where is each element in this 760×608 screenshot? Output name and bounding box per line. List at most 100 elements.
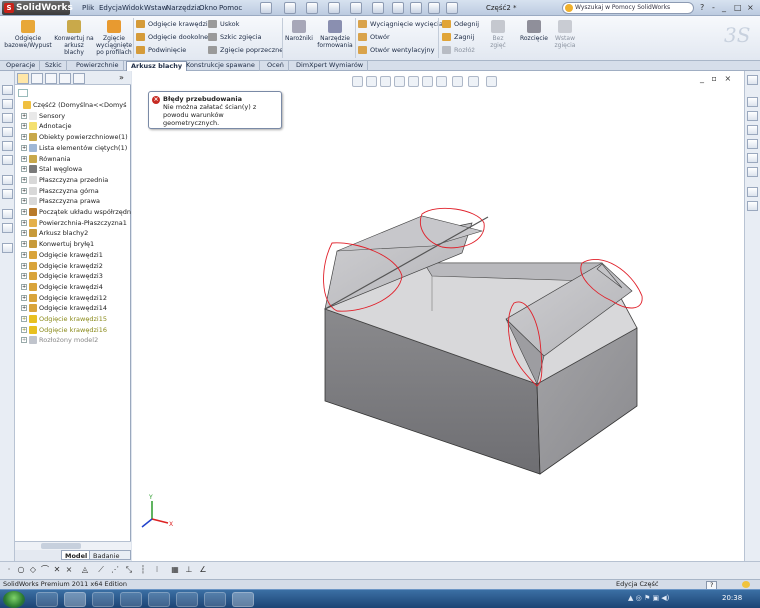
dimxpert-tab-icon[interactable] xyxy=(59,73,71,84)
expand-icon[interactable]: + xyxy=(21,112,27,119)
help-dropdown-button[interactable]: - xyxy=(712,3,715,12)
flatten-button[interactable]: Rozłóż xyxy=(442,45,475,55)
extruded-cut-button[interactable]: Wyciągnięcie wycięcia xyxy=(358,19,443,29)
explorer-task-icon[interactable] xyxy=(36,592,58,607)
tree-item[interactable]: + Płaszczyzna przednia xyxy=(21,175,108,185)
miter-flange-button[interactable]: Odgięcie dookolne xyxy=(136,32,208,42)
file-properties-icon[interactable] xyxy=(410,2,422,14)
system-tray-icons[interactable]: ▲ ◎ ⚑ ▣ ◀) xyxy=(628,594,669,602)
model-view[interactable]: Y X xyxy=(132,71,744,561)
tree-item[interactable]: + Arkusz blachy2 xyxy=(21,228,88,238)
appearances-icon[interactable] xyxy=(747,153,758,163)
expand-icon[interactable]: + xyxy=(21,144,27,151)
sheet-metal-box[interactable] xyxy=(323,215,638,475)
expand-icon[interactable]: + xyxy=(21,305,27,312)
tree-item[interactable]: + Płaszczyzna górna xyxy=(21,186,99,196)
tree-item[interactable]: + Odgięcie krawędzi1 xyxy=(21,250,103,260)
add-relation-icon[interactable] xyxy=(747,201,758,211)
tab-arkusz-blachy[interactable]: Arkusz blachy xyxy=(126,61,188,71)
print-icon[interactable] xyxy=(328,2,340,14)
tree-root-part[interactable]: Część2 (Domyślna<<Domyś xyxy=(19,100,127,110)
tree-item[interactable]: + Odgięcie krawędzi15 xyxy=(21,314,107,324)
restore-button[interactable]: □ xyxy=(734,3,742,12)
surface-tool-icon[interactable] xyxy=(2,155,13,165)
fasteners-icon[interactable] xyxy=(2,243,13,253)
tree-item[interactable]: + Adnotacje xyxy=(21,121,71,131)
skype-task-icon[interactable] xyxy=(204,592,226,607)
tab-ocen[interactable]: Oceń xyxy=(263,61,289,71)
insert-bends-button[interactable]: Wstaw zgięcia xyxy=(552,20,578,49)
section-view-icon[interactable] xyxy=(394,76,405,87)
close-button[interactable]: × xyxy=(747,3,754,12)
weld-tool-icon[interactable] xyxy=(2,223,13,233)
menu-pomoc[interactable]: Pomoc xyxy=(219,4,242,12)
layout-icon[interactable] xyxy=(446,2,458,14)
mirror-icon[interactable]: ⟋ xyxy=(96,565,106,575)
apply-scene-icon[interactable] xyxy=(468,76,479,87)
tab-model[interactable]: Model xyxy=(61,550,92,560)
mold-tool-icon[interactable] xyxy=(2,209,13,219)
circle-icon[interactable]: ○ xyxy=(16,565,26,575)
tree-item[interactable]: + Lista elementów ciętych(1) xyxy=(21,143,127,153)
corners-button[interactable]: Narożniki xyxy=(284,20,314,42)
tree-app-task-icon[interactable] xyxy=(148,592,170,607)
expand-icon[interactable]: + xyxy=(21,209,27,215)
menu-edycja[interactable]: Edycja xyxy=(99,4,122,12)
zoom-to-area-icon[interactable] xyxy=(366,76,377,87)
options-icon[interactable] xyxy=(428,2,440,14)
tree-item[interactable]: + Obiekty powierzchniowe(1) xyxy=(21,132,128,142)
select-icon[interactable] xyxy=(372,2,384,14)
expand-icon[interactable]: + xyxy=(21,241,27,248)
menu-widok[interactable]: Widok xyxy=(122,4,144,12)
expand-icon[interactable]: + xyxy=(21,230,27,237)
doc-close-button[interactable]: × xyxy=(725,74,732,83)
expand-icon[interactable]: + xyxy=(21,294,27,301)
curve-tool-icon[interactable] xyxy=(2,141,13,151)
view-palette-icon[interactable] xyxy=(747,139,758,149)
hide-show-items-icon[interactable] xyxy=(436,76,447,87)
expand-icon[interactable]: + xyxy=(21,326,27,333)
scroll-thumb[interactable] xyxy=(41,543,81,549)
vent-button[interactable]: Otwór wentylacyjny xyxy=(358,45,435,55)
jog-button[interactable]: Uskok xyxy=(208,19,239,29)
expand-icon[interactable]: + xyxy=(21,198,27,205)
view-settings-icon[interactable] xyxy=(486,76,497,87)
tree-item[interactable]: + Konwertuj bryłę1 xyxy=(21,239,94,249)
hole-button[interactable]: Otwór xyxy=(358,32,390,42)
trim-icon[interactable]: ✕ xyxy=(52,565,62,575)
sketch-relations-icon[interactable] xyxy=(747,187,758,197)
forming-tool-button[interactable]: Narzędzie formowania xyxy=(316,20,354,49)
cube-app-task-icon[interactable] xyxy=(176,592,198,607)
lightbulb-icon[interactable] xyxy=(742,581,750,588)
expand-icon[interactable] xyxy=(19,102,21,108)
fold-button[interactable]: Zagnij xyxy=(442,32,474,42)
lofted-bend-button[interactable]: Zgięcie wyciągnięte po profilach xyxy=(96,20,132,56)
expand-icon[interactable]: + xyxy=(21,273,27,280)
menu-okno[interactable]: Okno xyxy=(199,4,217,12)
angle-icon[interactable]: ∠ xyxy=(198,565,208,575)
minimize-button[interactable]: _ xyxy=(722,3,726,12)
tab-motion-study[interactable]: Badanie ruchu 1 xyxy=(89,550,131,570)
expand-icon[interactable]: + xyxy=(21,123,27,130)
expand-icon[interactable]: + xyxy=(21,262,27,269)
edit-appearance-icon[interactable] xyxy=(452,76,463,87)
tab-szkic[interactable]: Szkic xyxy=(41,61,67,71)
centerline-icon[interactable]: ⁝ xyxy=(152,565,162,575)
graphics-area[interactable]: Y X xyxy=(132,71,744,561)
offset-icon[interactable]: ◬ xyxy=(80,565,90,575)
app-task-icon[interactable] xyxy=(120,592,142,607)
unfold-button[interactable]: Odegnij xyxy=(442,19,479,29)
delete-icon[interactable]: ⨯ xyxy=(64,565,74,575)
expand-icon[interactable]: + xyxy=(21,166,27,173)
previous-view-icon[interactable] xyxy=(380,76,391,87)
measure-icon[interactable] xyxy=(2,189,13,199)
help-search-input[interactable]: Wyszukaj w Pomocy SolidWorks xyxy=(562,2,694,14)
doc-minimize-button[interactable]: _ xyxy=(700,74,704,83)
expand-icon[interactable]: + xyxy=(21,251,27,258)
expand-icon[interactable]: + xyxy=(21,176,27,183)
expand-icon[interactable]: + xyxy=(21,283,27,290)
no-bends-button[interactable]: Bez zgięć xyxy=(484,20,512,49)
start-button-icon[interactable] xyxy=(3,591,25,608)
cross-break-button[interactable]: Zgięcie poprzeczne xyxy=(208,45,283,55)
design-library-icon[interactable] xyxy=(747,111,758,121)
